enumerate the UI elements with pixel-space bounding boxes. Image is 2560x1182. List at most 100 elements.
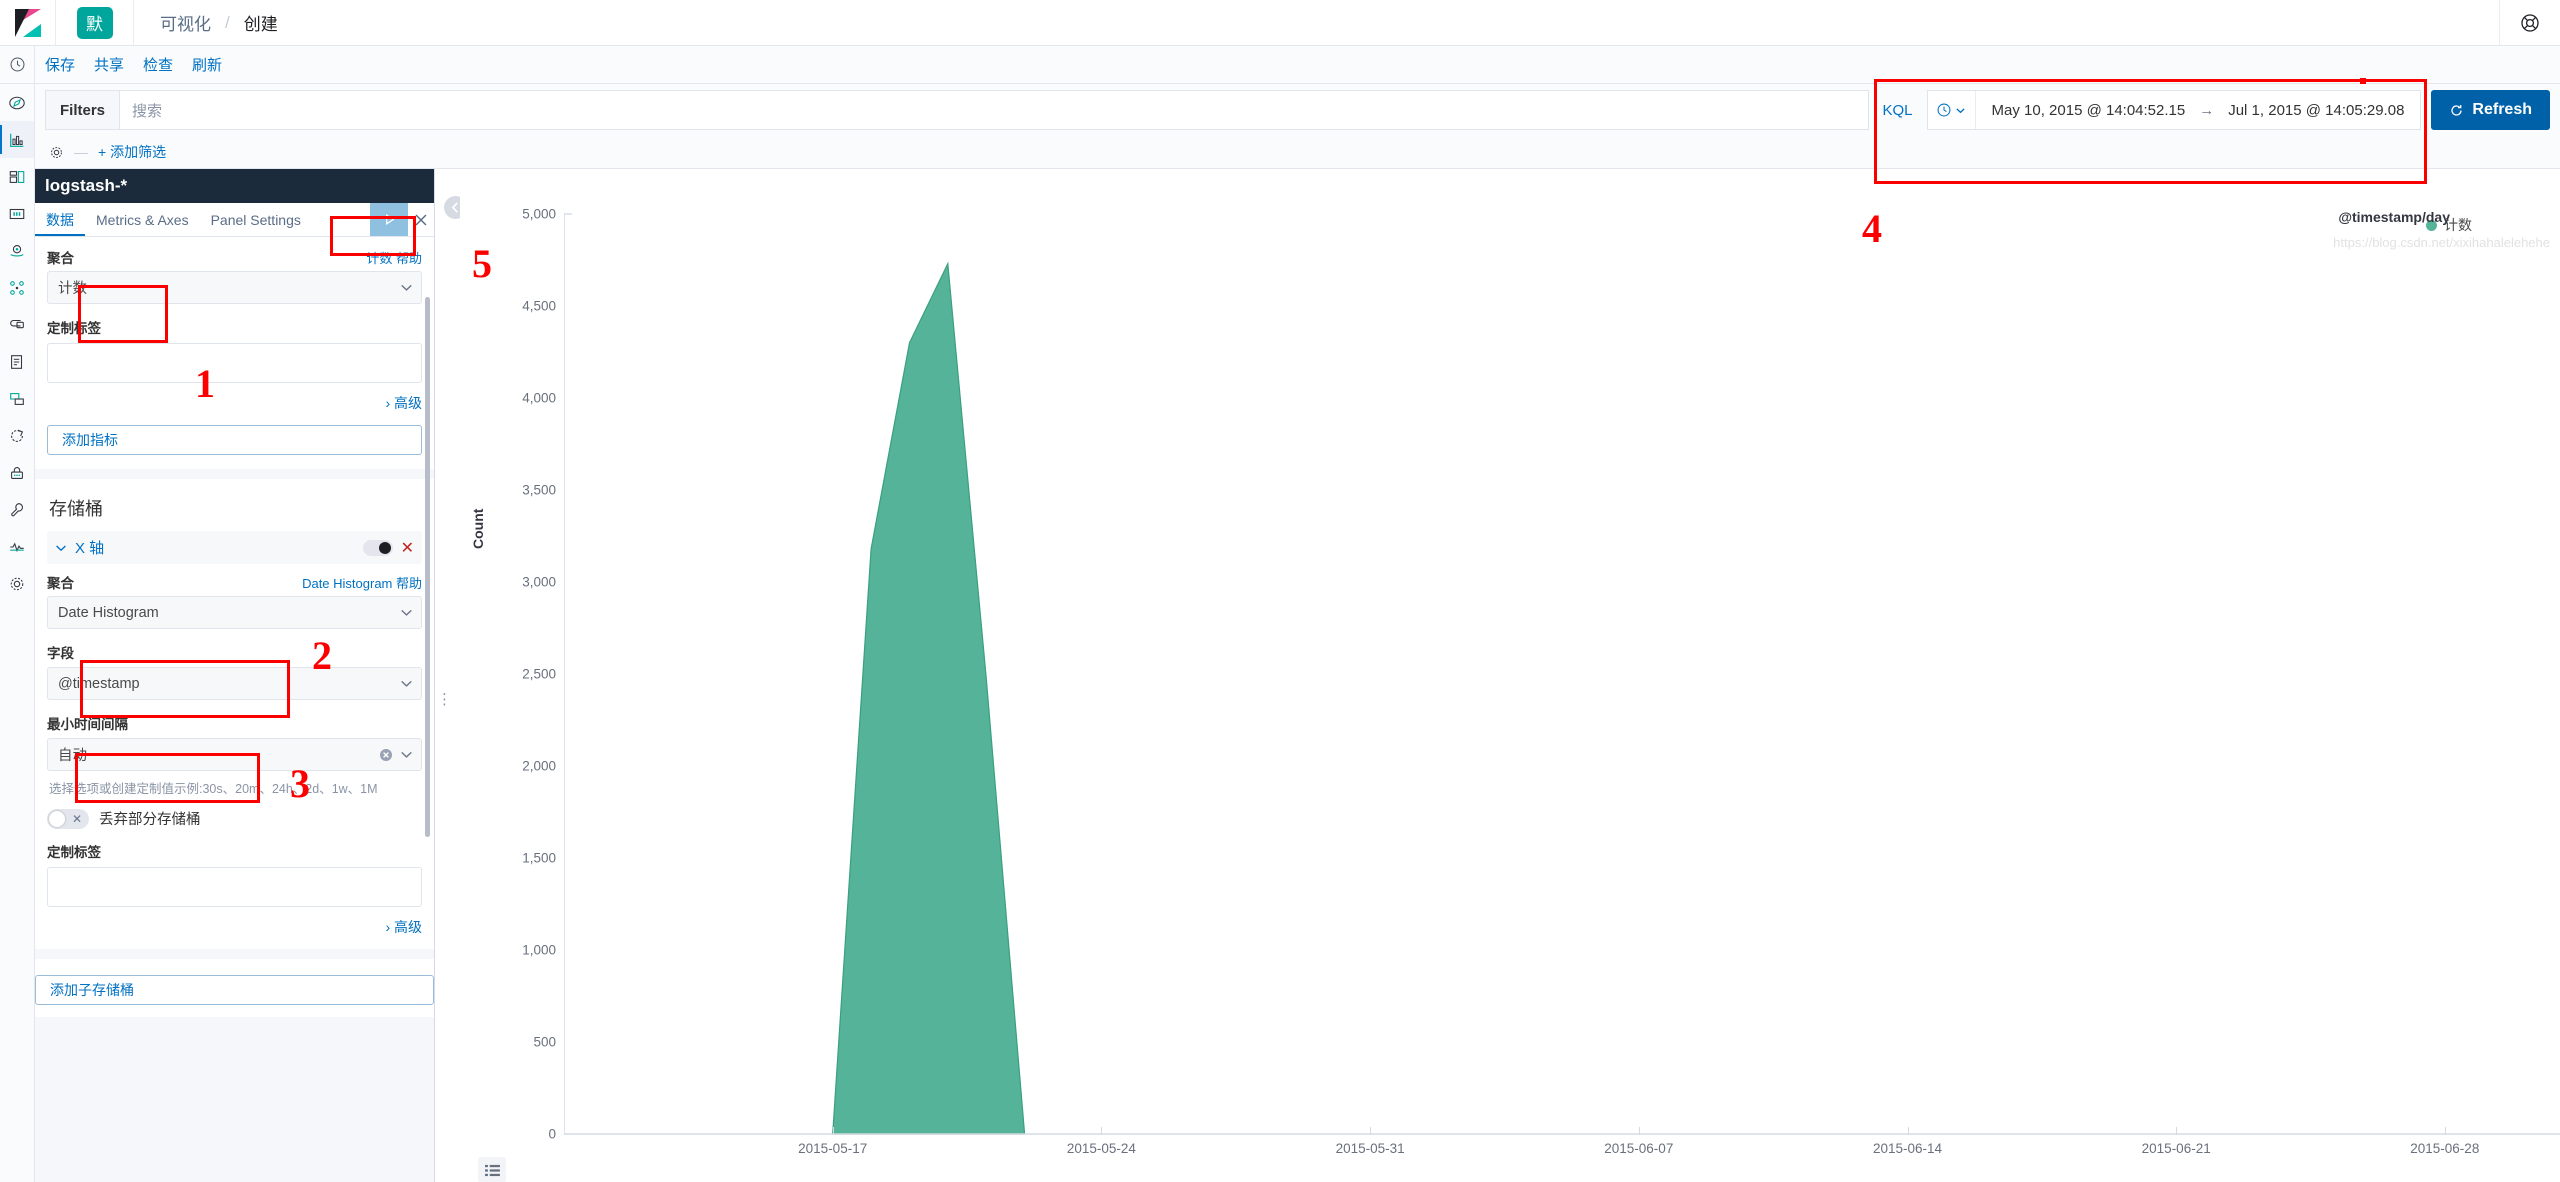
sidebar-item-security[interactable]	[0, 454, 34, 491]
editor-scroll-area[interactable]: 聚合 计数 帮助 计数 定制标签 › 高级 添加指标 存储桶 X 轴 ✕ 聚合 …	[35, 237, 434, 1182]
refresh-action-button[interactable]: 刷新	[192, 54, 222, 75]
x-tick-label: 2015-05-31	[1335, 1141, 1405, 1156]
chart-plot-area[interactable]	[564, 169, 2560, 1135]
panel-resize-handle[interactable]: ⋮	[437, 690, 452, 708]
x-tick-mark	[832, 1127, 834, 1135]
sidebar-item-graph[interactable]	[0, 269, 34, 306]
bucket-field-label: 字段	[47, 646, 74, 661]
time-end-value[interactable]: Jul 1, 2015 @ 14:05:29.08	[2228, 102, 2404, 119]
space-badge: 默	[76, 6, 113, 39]
metric-advanced-label: 高级	[394, 395, 422, 411]
bucket-field-value: @timestamp	[58, 675, 140, 692]
chart-footer	[460, 1157, 2560, 1182]
y-axis-ticks: 5,000 4,500 4,000 3,500 3,000 2,500 2,00…	[460, 169, 556, 1182]
inspect-button[interactable]: 检查	[143, 54, 173, 75]
sidebar-item-logs[interactable]	[0, 343, 34, 380]
filters-tab[interactable]: Filters	[45, 90, 120, 130]
share-button[interactable]: 共享	[94, 54, 124, 75]
metric-agg-help-link[interactable]: 计数 帮助	[366, 248, 422, 267]
y-tick: 1,500	[522, 850, 556, 866]
close-editor-button[interactable]	[408, 203, 434, 236]
kql-language-button[interactable]: KQL	[1869, 102, 1927, 119]
x-tick-mark	[1907, 1127, 1909, 1135]
time-range-values: May 10, 2015 @ 14:04:52.15 → Jul 1, 2015…	[1976, 102, 2421, 119]
metric-advanced-toggle[interactable]: › 高级	[47, 393, 422, 413]
filter-options-gear-icon[interactable]	[49, 145, 64, 160]
switch-off-x-icon: ✕	[71, 811, 82, 826]
time-range-picker[interactable]: May 10, 2015 @ 14:04:52.15 → Jul 1, 2015…	[1926, 90, 2422, 130]
metric-custom-label-input[interactable]	[47, 343, 422, 383]
breadcrumb-separator: /	[225, 12, 230, 32]
sidebar-item-maps[interactable]	[0, 232, 34, 269]
kibana-visualize-create-page: 默 可视化 / 创建 保存 共享 检查 刷新 Filters 搜索 KQL Ma…	[0, 0, 2560, 1182]
search-input[interactable]: 搜索	[119, 90, 1869, 130]
bucket-agg-help-link[interactable]: Date Histogram 帮助	[302, 573, 422, 592]
editor-tabs: 数据 Metrics & Axes Panel Settings	[35, 203, 434, 237]
sidebar-item-apm[interactable]	[0, 380, 34, 417]
visualization-action-bar: 保存 共享 检查 刷新	[35, 46, 2560, 84]
tabs-spacer	[312, 203, 370, 236]
switch-knob	[49, 810, 65, 827]
sidebar-item-uptime[interactable]	[0, 417, 34, 454]
add-metric-card: 添加指标	[35, 425, 434, 469]
breadcrumb-item-visualize[interactable]: 可视化	[160, 10, 211, 35]
editor-scrollbar[interactable]	[425, 297, 430, 837]
data-table-toggle-button[interactable]	[478, 1157, 506, 1182]
bucket-enable-toggle[interactable]	[362, 539, 393, 556]
metric-agg-label-row: 聚合 计数 帮助	[47, 247, 422, 267]
kibana-logo[interactable]	[0, 0, 56, 46]
tab-data[interactable]: 数据	[35, 203, 85, 236]
top-header-bar: 默 可视化 / 创建	[0, 0, 2560, 46]
tab-metrics-axes[interactable]: Metrics & Axes	[85, 203, 200, 236]
bucket-aggregation-select[interactable]: Date Histogram	[47, 596, 422, 629]
bucket-interval-select[interactable]: 自动	[47, 738, 422, 771]
sidebar-item-dev-tools[interactable]	[0, 491, 34, 528]
bucket-header-x-axis[interactable]: X 轴 ✕	[47, 531, 422, 564]
area-series-计数[interactable]	[832, 261, 1026, 1135]
bucket-advanced-toggle[interactable]: › 高级	[47, 917, 422, 937]
sidebar-item-discover[interactable]	[0, 84, 34, 121]
sidebar-item-visualize[interactable]	[0, 121, 34, 158]
help-button[interactable]	[2500, 13, 2560, 33]
buckets-card: 存储桶 X 轴 ✕ 聚合 Date Histogram 帮助 Date Hist…	[35, 479, 434, 950]
add-metric-button[interactable]: 添加指标	[47, 425, 422, 455]
add-filter-button[interactable]: + 添加筛选	[98, 142, 166, 162]
tab-panel-settings[interactable]: Panel Settings	[200, 203, 312, 236]
bucket-custom-label-input[interactable]	[47, 867, 422, 908]
sidebar-item-monitoring[interactable]	[0, 528, 34, 565]
chevron-down-icon	[401, 284, 412, 291]
bucket-agg-label-row: 聚合 Date Histogram 帮助	[47, 572, 422, 592]
refresh-button-label: Refresh	[2472, 101, 2532, 118]
buckets-section-title: 存储桶	[49, 499, 103, 519]
add-sub-bucket-button[interactable]: 添加子存储桶	[35, 975, 434, 1006]
discover-compass-icon	[9, 96, 25, 109]
aggregation-count-select[interactable]: 计数	[47, 271, 422, 304]
remove-bucket-button[interactable]: ✕	[401, 538, 414, 558]
chevron-down-icon	[401, 751, 412, 758]
aggregation-count-value: 计数	[58, 281, 87, 297]
save-button[interactable]: 保存	[45, 54, 75, 75]
y-tick: 2,000	[522, 758, 556, 774]
refresh-button[interactable]: Refresh	[2431, 90, 2550, 130]
sidebar-item-machine-learning[interactable]	[0, 306, 34, 343]
bucket-name-label: X 轴	[75, 540, 105, 557]
bucket-agg-label: 聚合	[47, 576, 74, 591]
y-tick: 4,000	[522, 390, 556, 406]
y-tick: 500	[533, 1034, 556, 1050]
sidebar-item-management[interactable]	[0, 565, 34, 602]
time-quick-menu-button[interactable]	[1928, 91, 1976, 129]
apply-changes-run-button[interactable]	[370, 203, 408, 236]
recently-viewed-button[interactable]	[0, 46, 34, 84]
logs-icon	[11, 354, 23, 369]
bucket-field-select[interactable]: @timestamp	[47, 667, 422, 700]
sidebar-item-dashboard[interactable]	[0, 158, 34, 195]
x-axis-label: @timestamp/day	[2338, 209, 2450, 225]
x-tick-label: 2015-06-21	[2141, 1141, 2211, 1156]
sidebar-item-canvas[interactable]	[0, 195, 34, 232]
y-tick: 0	[548, 1126, 556, 1142]
dev-tools-wrench-icon	[11, 502, 23, 516]
drop-partial-buckets-switch[interactable]: ✕	[47, 808, 89, 829]
space-selector[interactable]: 默	[56, 0, 134, 46]
time-start-value[interactable]: May 10, 2015 @ 14:04:52.15	[1992, 102, 2186, 119]
kibana-logo-icon	[14, 8, 41, 37]
